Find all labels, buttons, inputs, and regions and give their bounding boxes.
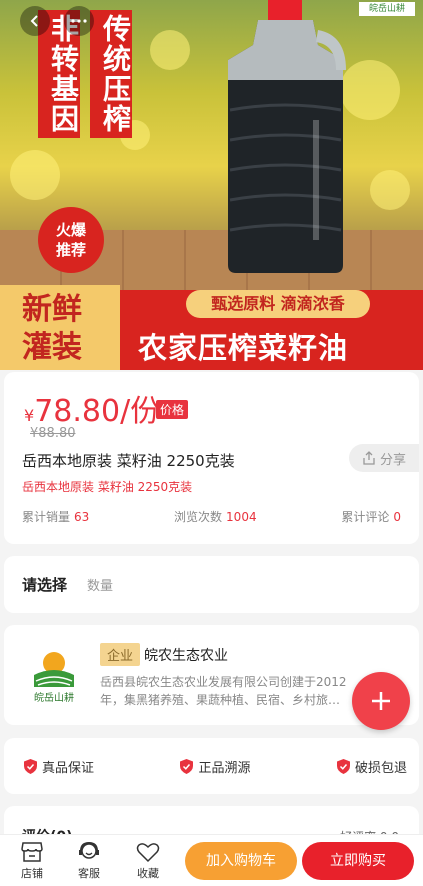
shop-description: 岳西县皖农生态农业发展有限公司创建于2012年，集黑猪养殖、果蔬种植、民宿、乡村… bbox=[100, 675, 347, 707]
brand-mark: 皖岳山耕 bbox=[359, 2, 415, 16]
badge-traditional-press: 传统压榨 bbox=[90, 10, 132, 138]
nav-store[interactable]: 店铺 bbox=[12, 841, 52, 881]
product-subtitle: 岳西本地原装 菜籽油 2250克装 bbox=[22, 480, 193, 494]
banner-fresh-fill: 新鲜 灌装 bbox=[0, 285, 120, 370]
stat-sales: 累计销量 63 bbox=[22, 508, 89, 525]
stat-views-label: 浏览次数 bbox=[174, 510, 223, 524]
stat-views: 浏览次数 1004 bbox=[174, 508, 257, 525]
back-button[interactable] bbox=[20, 6, 50, 36]
select-value: 数量 bbox=[87, 579, 114, 594]
buy-now-button[interactable]: 立即购买 bbox=[302, 842, 414, 880]
guarantee-item: 正品溯源 bbox=[180, 757, 251, 776]
nav-favorite-label: 收藏 bbox=[137, 867, 159, 880]
add-to-cart-button[interactable]: 加入购物车 bbox=[185, 842, 297, 880]
quantity-selector[interactable]: 请选择 数量 bbox=[4, 556, 419, 613]
price-value: 78.80/份 bbox=[34, 394, 161, 429]
nav-favorite[interactable]: 收藏 bbox=[128, 841, 168, 881]
currency-symbol: ¥ bbox=[24, 406, 35, 425]
guarantee-label: 破损包退 bbox=[354, 760, 407, 776]
price-tag: 价格 bbox=[156, 400, 189, 419]
shop-name[interactable]: 皖农生态农业 bbox=[144, 645, 228, 665]
nav-service-label: 客服 bbox=[78, 867, 100, 880]
guarantee-label: 正品溯源 bbox=[198, 760, 251, 776]
hot-recommend-badge: 火爆 推荐 bbox=[38, 207, 104, 273]
hot-line-2: 推荐 bbox=[55, 241, 86, 259]
stat-sales-label: 累计销量 bbox=[22, 510, 71, 524]
hot-line-1: 火爆 bbox=[55, 221, 86, 239]
share-icon bbox=[363, 451, 375, 465]
original-price: ¥88.80 bbox=[30, 426, 76, 441]
banner-left-line-2: 灌装 bbox=[22, 330, 82, 365]
guarantee-bar: 真品保证 正品溯源 破损包退 bbox=[4, 738, 419, 794]
oil-bottle-image bbox=[228, 0, 346, 273]
stat-sales-value: 63 bbox=[74, 510, 90, 524]
slogan-pill: 甄选原料 滴滴浓香 bbox=[186, 290, 370, 318]
shop-type-badge: 企业 bbox=[100, 643, 141, 666]
banner-left-line-1: 新鲜 bbox=[22, 292, 82, 327]
guarantee-label: 真品保证 bbox=[42, 760, 95, 776]
shop-logo: 皖岳山耕 bbox=[34, 652, 74, 704]
share-button[interactable]: 分享 bbox=[349, 444, 419, 472]
stat-views-value: 1004 bbox=[226, 510, 257, 524]
bottom-action-bar: 店铺 客服 收藏 加入购物车 立即购买 bbox=[0, 834, 423, 886]
nav-service[interactable]: 客服 bbox=[69, 841, 109, 881]
add-fab-button[interactable] bbox=[352, 672, 410, 730]
share-label: 分享 bbox=[379, 452, 406, 468]
guarantee-item: 真品保证 bbox=[24, 757, 94, 776]
store-icon bbox=[21, 842, 43, 862]
customer-service-icon bbox=[79, 841, 99, 859]
heart-icon bbox=[136, 843, 160, 863]
product-title: 岳西本地原装 菜籽油 2250克装 bbox=[22, 452, 235, 470]
shield-check-icon bbox=[180, 758, 194, 774]
product-hero-image: 非转基因 传统压榨 皖岳山耕 火爆 推荐 新鲜 灌装 甄选原料 滴滴浓香 农家压… bbox=[0, 0, 423, 370]
shield-check-icon bbox=[336, 758, 350, 774]
current-price: ¥78.80/份 bbox=[24, 386, 160, 430]
more-dots-icon bbox=[71, 19, 87, 23]
banner-title: 农家压榨菜籽油 bbox=[138, 331, 349, 365]
product-stats: 累计销量 63 浏览次数 1004 累计评论 0 bbox=[22, 508, 401, 525]
stat-comments: 累计评论 0 bbox=[341, 508, 401, 525]
price-card: ¥78.80/份 价格 ¥88.80 岳西本地原装 菜籽油 2250克装 岳西本… bbox=[4, 372, 419, 544]
plus-icon bbox=[372, 692, 390, 710]
select-label: 请选择 bbox=[22, 576, 68, 594]
chevron-left-icon bbox=[30, 15, 38, 27]
guarantee-item: 破损包退 bbox=[336, 757, 407, 776]
stat-comments-value: 0 bbox=[393, 510, 401, 524]
more-button[interactable] bbox=[64, 6, 94, 36]
nav-store-label: 店铺 bbox=[21, 867, 43, 880]
shield-check-icon bbox=[24, 758, 37, 774]
stat-comments-label: 累计评论 bbox=[341, 510, 390, 524]
shop-logo-text: 皖岳山耕 bbox=[34, 691, 74, 704]
